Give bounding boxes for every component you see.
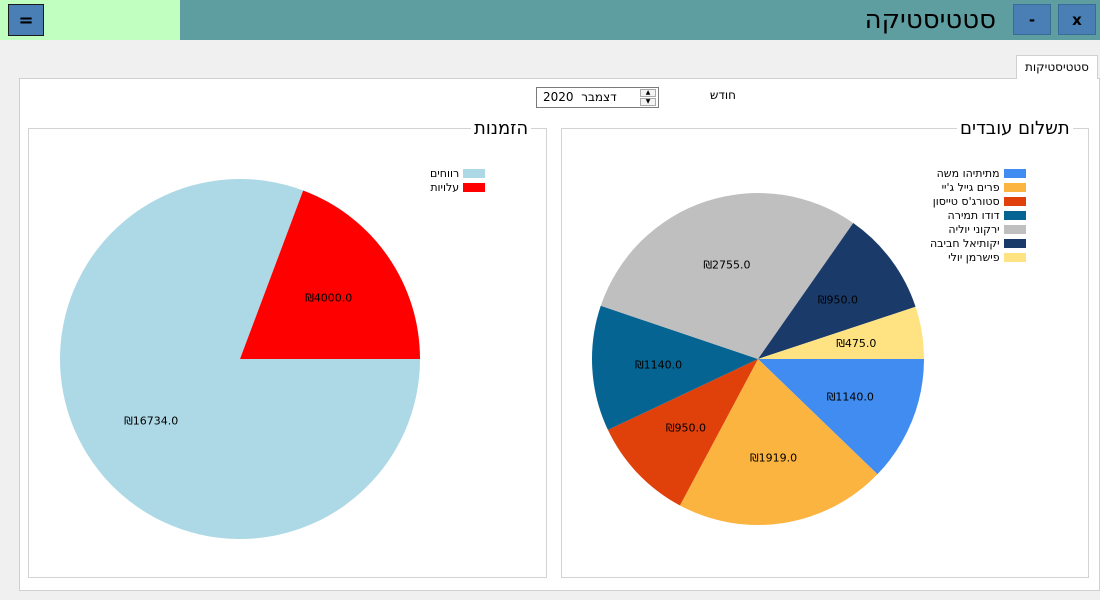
orders-legend: רווחים עלויות	[430, 166, 486, 194]
employee-payments-legend-swatch	[1003, 182, 1026, 192]
employee-payments-legend-label: יקותיאל חביבה	[930, 236, 1000, 250]
employee-payments-slice-label-2: ₪950.0	[666, 422, 706, 435]
employee-payments-legend-label: מתיתיהו משה	[936, 166, 1000, 180]
employee-payments-legend-item: יקותיאל חביבה	[930, 236, 1026, 250]
employee-payments-legend-swatch	[1003, 238, 1026, 248]
charts-canvas: ₪16734.0 ₪4000.0 ₪1140.0 ₪1919.0 ₪950.0 ₪1140…	[60, 179, 924, 539]
orders-legend-label: רווחים	[430, 166, 460, 180]
employee-payments-legend-item: סטורג'ס טייסון	[930, 194, 1026, 208]
employee-payments-slice-label-1: ₪1919.0	[750, 451, 797, 464]
orders-chart-title: הזמנות	[471, 118, 532, 140]
employee-payments-slice-label-4: ₪2755.0	[703, 258, 750, 271]
employee-payments-legend-label: פישרמן יולי	[948, 250, 1000, 264]
employee-payments-legend-swatch	[1003, 252, 1026, 262]
employee-payments-legend-label: סטורג'ס טייסון	[932, 194, 1000, 208]
employee-payments-legend-item: ירקוני יוליה	[930, 222, 1026, 236]
orders-legend-swatch	[463, 182, 486, 192]
employee-payments-legend-swatch	[1003, 210, 1026, 220]
employee-payments-legend-swatch	[1003, 224, 1026, 234]
employee-payments-slice-label-6: ₪475.0	[836, 337, 876, 350]
orders-legend-item: עלויות	[430, 180, 486, 194]
employee-payments-legend-item: דודו תמירה	[930, 208, 1026, 222]
employee-payments-legend-item: מתיתיהו משה	[930, 166, 1026, 180]
employee-payments-legend-swatch	[1003, 168, 1026, 178]
employee-payments-legend-label: פרים גייל ג'יי	[941, 180, 1000, 194]
employee-payments-chart-title: תשלום עובדים	[957, 118, 1073, 140]
employee-payments-legend-label: דודו תמירה	[947, 208, 1000, 222]
employee-payments-legend-label: ירקוני יוליה	[948, 222, 1000, 236]
employee-payments-slice-label-0: ₪1140.0	[827, 390, 874, 403]
orders-legend-item: רווחים	[430, 166, 486, 180]
orders-legend-label: עלויות	[430, 180, 460, 194]
orders-legend-swatch	[463, 168, 486, 178]
employee-payments-legend-item: פישרמן יולי	[930, 250, 1026, 264]
employee-payments-legend-item: פרים גייל ג'יי	[930, 180, 1026, 194]
employee-payments-slice-label-3: ₪1140.0	[635, 359, 682, 372]
employee-payments-slice-label-5: ₪950.0	[818, 294, 858, 307]
orders-slice-label-0: ₪16734.0	[124, 415, 178, 428]
employee-payments-legend: מתיתיהו משה פרים גייל ג'יי סטורג'ס טייסון ד…	[930, 166, 1026, 264]
orders-slice-label-1: ₪4000.0	[305, 291, 352, 304]
employee-payments-legend-swatch	[1003, 196, 1026, 206]
